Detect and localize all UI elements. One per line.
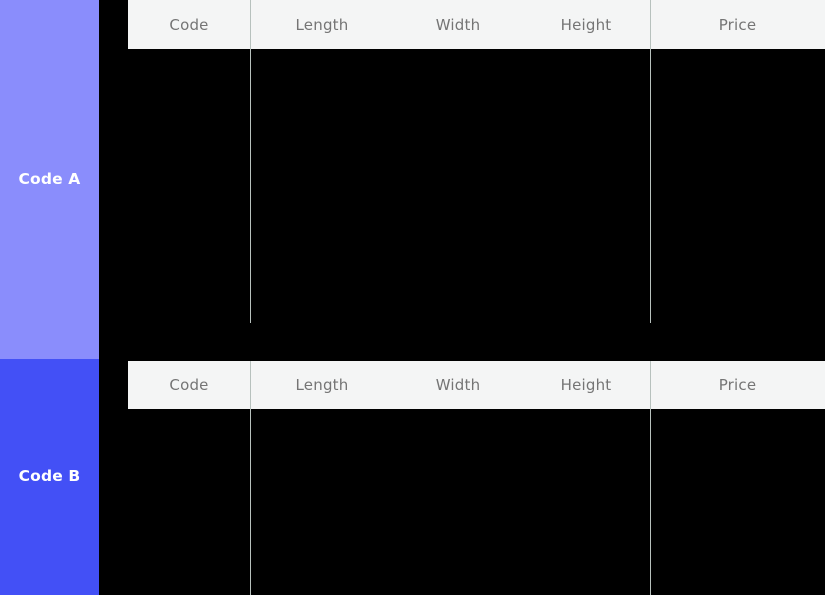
rail-group-code-a[interactable]: Code A [0, 0, 99, 359]
category-rail: Code A Code B [0, 0, 99, 595]
column-header-code[interactable]: Code [128, 0, 250, 49]
column-divider-after-code [250, 0, 251, 323]
table-header-row-code-b: Code Length Width Height Price [128, 361, 825, 409]
column-header-length[interactable]: Length [250, 0, 394, 49]
column-header-length[interactable]: Length [250, 361, 394, 409]
column-divider-after-code [250, 361, 251, 595]
table-body-code-b [128, 409, 825, 595]
table-group-code-b: Code Length Width Height Price [128, 361, 825, 595]
table-body-code-a [128, 49, 825, 323]
column-header-height[interactable]: Height [522, 0, 650, 49]
table-group-code-a: Code Length Width Height Price [128, 0, 825, 323]
table-screen: Code A Code B Code Length Width Height P… [0, 0, 825, 595]
column-header-width[interactable]: Width [394, 0, 522, 49]
column-divider-after-height [650, 361, 651, 595]
column-header-code[interactable]: Code [128, 361, 250, 409]
column-header-price[interactable]: Price [650, 361, 825, 409]
rail-group-label-code-a: Code A [18, 169, 81, 188]
column-header-width[interactable]: Width [394, 361, 522, 409]
table-header-row-code-a: Code Length Width Height Price [128, 0, 825, 49]
rail-group-label-code-b: Code B [18, 467, 81, 486]
column-header-height[interactable]: Height [522, 361, 650, 409]
column-divider-after-height [650, 0, 651, 323]
rail-group-code-b[interactable]: Code B [0, 359, 99, 595]
column-header-price[interactable]: Price [650, 0, 825, 49]
